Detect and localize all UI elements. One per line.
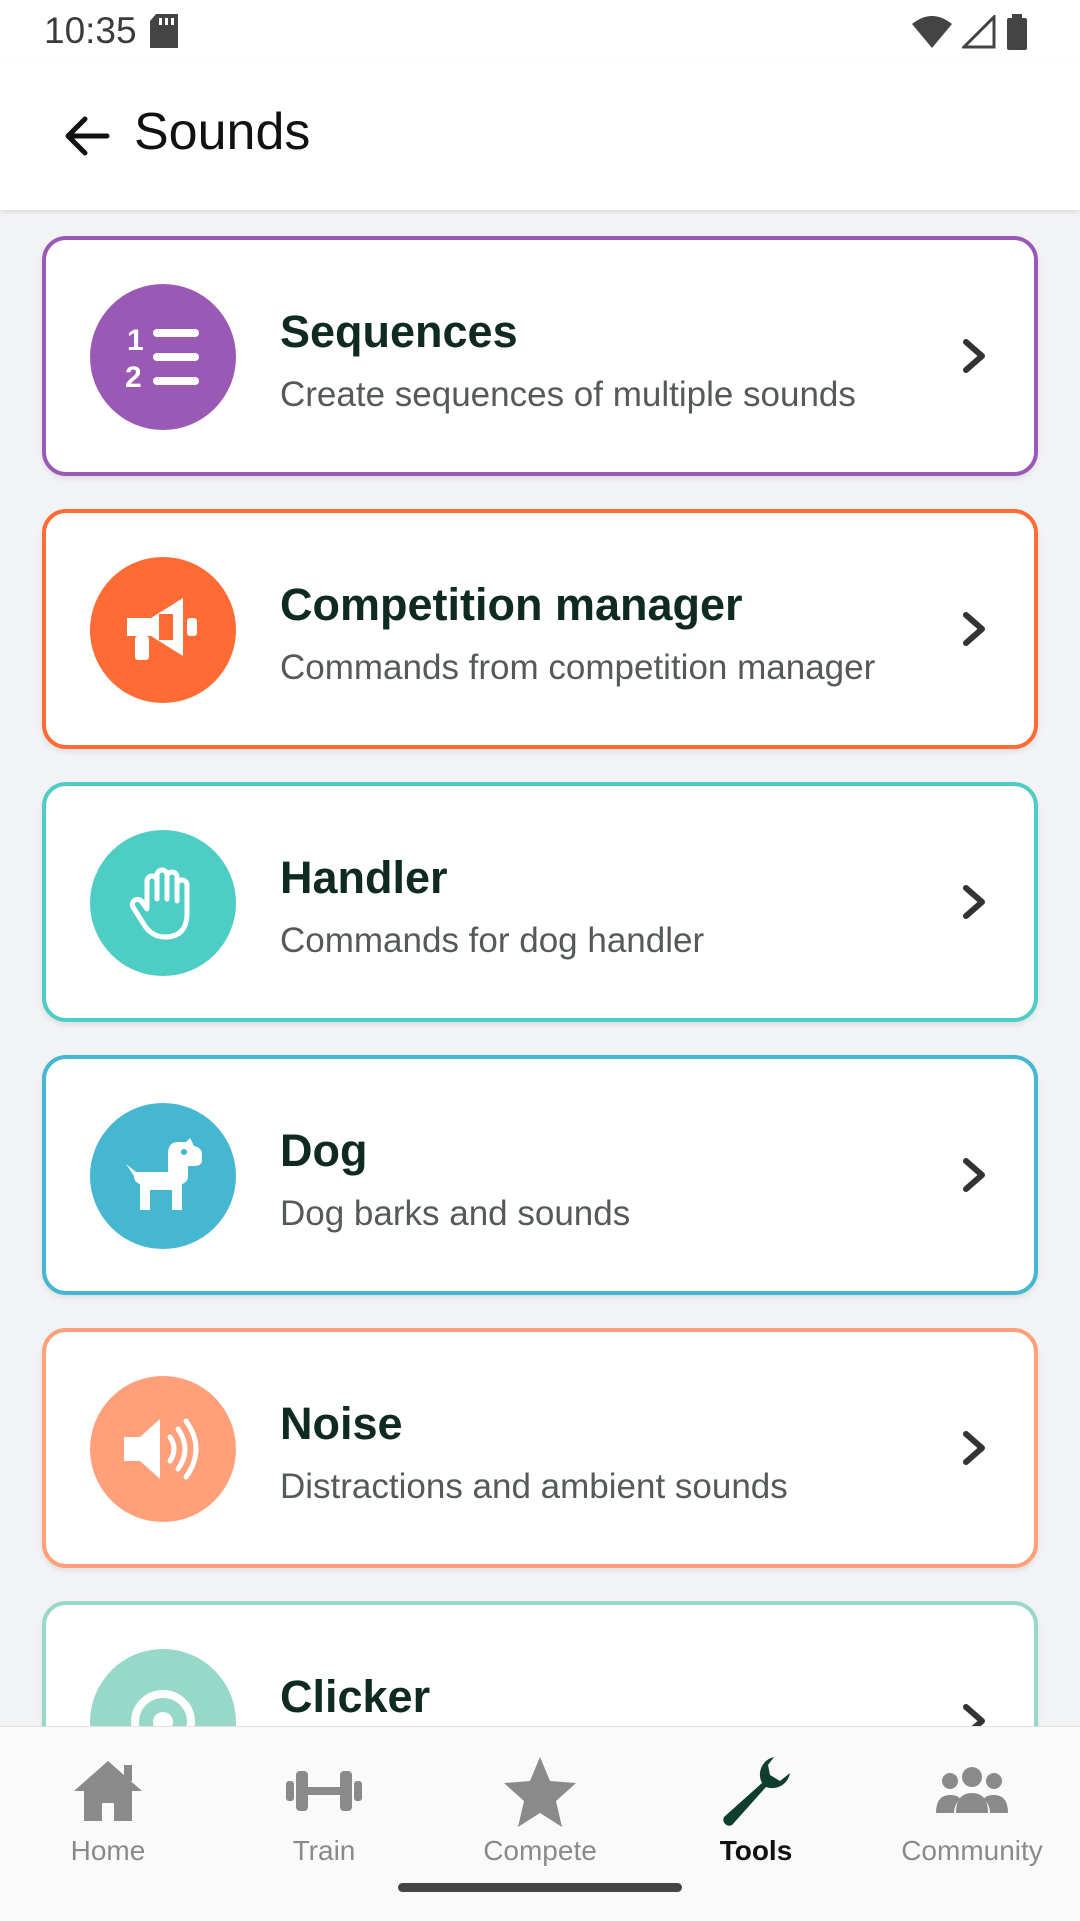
- category-description: Commands from competition manager: [280, 648, 876, 687]
- category-title: Noise: [280, 1398, 403, 1449]
- category-title: Handler: [280, 852, 448, 903]
- category-icon-circle: [90, 557, 236, 703]
- nav-label: Community: [901, 1835, 1043, 1866]
- svg-text:1: 1: [127, 324, 144, 357]
- nav-label: Home: [70, 1835, 146, 1866]
- nav-item-community[interactable]: Community: [872, 1751, 1072, 1867]
- star-icon: [504, 1757, 576, 1827]
- category-description: Distractions and ambient sounds: [280, 1467, 788, 1506]
- wifi-icon: [912, 16, 952, 48]
- arrow-left-icon: [65, 116, 110, 156]
- category-icon-circle: [90, 1376, 236, 1522]
- nav-label: Compete: [483, 1835, 597, 1866]
- status-time: 10:35: [44, 10, 137, 51]
- hand-icon: [129, 867, 190, 940]
- page-title: Sounds: [134, 103, 311, 161]
- status-bar: 10:35: [0, 0, 1080, 62]
- category-description: Commands for dog handler: [280, 921, 705, 960]
- nav-item-tools[interactable]: Tools: [656, 1751, 856, 1867]
- nav-item-train[interactable]: Train: [224, 1751, 424, 1867]
- category-icon-circle: [90, 830, 236, 976]
- home-icon: [74, 1761, 142, 1821]
- nav-label: Train: [292, 1835, 356, 1866]
- category-icon-circle: [90, 1103, 236, 1249]
- category-icon-circle: 1 2: [90, 284, 236, 430]
- sd-card-icon: [150, 14, 178, 48]
- users-icon: [936, 1767, 1008, 1813]
- back-button[interactable]: [56, 106, 116, 166]
- category-card-sequences[interactable]: 1 2 Sequences Create sequences of multip…: [42, 236, 1038, 476]
- chevron-right-icon: [963, 1431, 985, 1465]
- category-title: Clicker: [280, 1671, 431, 1722]
- home-indicator[interactable]: [398, 1883, 682, 1892]
- dog-icon: [126, 1138, 202, 1210]
- category-description: Dog barks and sounds: [280, 1194, 631, 1233]
- app-bar: Sounds: [0, 62, 1080, 210]
- nav-label: Tools: [719, 1835, 793, 1866]
- category-description: Create sequences of multiple sounds: [280, 375, 856, 414]
- sound-category-list: 1 2 Sequences Create sequences of multip…: [42, 236, 1038, 1874]
- wrench-icon: [723, 1757, 790, 1826]
- chevron-right-icon: [963, 885, 985, 919]
- speaker-icon: [124, 1418, 199, 1480]
- megaphone-icon: [127, 598, 197, 660]
- svg-text:2: 2: [125, 361, 142, 394]
- signal-icon: [962, 15, 996, 49]
- chevron-right-icon: [963, 339, 985, 373]
- battery-icon: [1007, 14, 1027, 50]
- dumbbell-icon: [286, 1771, 362, 1811]
- category-card-handler[interactable]: Handler Commands for dog handler: [42, 782, 1038, 1022]
- category-title: Competition manager: [280, 579, 743, 630]
- nav-item-compete[interactable]: Compete: [440, 1751, 640, 1867]
- category-title: Sequences: [280, 306, 518, 357]
- category-card-noise[interactable]: Noise Distractions and ambient sounds: [42, 1328, 1038, 1568]
- nav-item-home[interactable]: Home: [8, 1751, 208, 1867]
- chevron-right-icon: [963, 612, 985, 646]
- numbered-list-icon: 1 2: [125, 324, 199, 394]
- chevron-right-icon: [963, 1158, 985, 1192]
- category-title: Dog: [280, 1125, 368, 1176]
- category-card-dog[interactable]: Dog Dog barks and sounds: [42, 1055, 1038, 1295]
- category-card-competition-manager[interactable]: Competition manager Commands from compet…: [42, 509, 1038, 749]
